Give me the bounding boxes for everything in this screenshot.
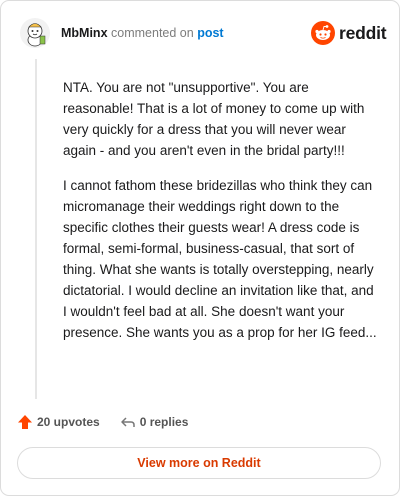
avatar-icon [20, 18, 50, 48]
reddit-logo[interactable]: reddit [311, 21, 387, 45]
reddit-snoo-icon [311, 21, 335, 45]
comment-paragraph: NTA. You are not "unsupportive". You are… [63, 80, 365, 158]
post-link[interactable]: post [197, 26, 223, 40]
comment-card: MbMinx commented on post reddit NTA. You… [0, 0, 400, 496]
comment-header: MbMinx commented on post [61, 26, 224, 40]
user-avatar[interactable] [20, 18, 50, 48]
view-more-button[interactable]: View more on Reddit [17, 447, 381, 479]
upvote-button[interactable]: 20 upvotes [17, 414, 100, 430]
comment-actions: 20 upvotes 0 replies [17, 414, 188, 430]
reddit-logo-text: reddit [339, 22, 387, 43]
comment-paragraph: I cannot fathom these bridezillas who th… [63, 178, 377, 340]
reply-count: 0 replies [139, 415, 189, 429]
upvote-count: 20 upvotes [37, 415, 100, 429]
action-text: commented on [111, 26, 194, 40]
upvote-arrow-icon [18, 415, 32, 429]
reply-button[interactable]: 0 replies [120, 414, 189, 430]
thread-line[interactable] [35, 59, 37, 399]
username[interactable]: MbMinx [61, 26, 108, 40]
reply-arrow-icon [120, 417, 135, 427]
comment-body: NTA. You are not "unsupportive". You are… [63, 77, 381, 357]
